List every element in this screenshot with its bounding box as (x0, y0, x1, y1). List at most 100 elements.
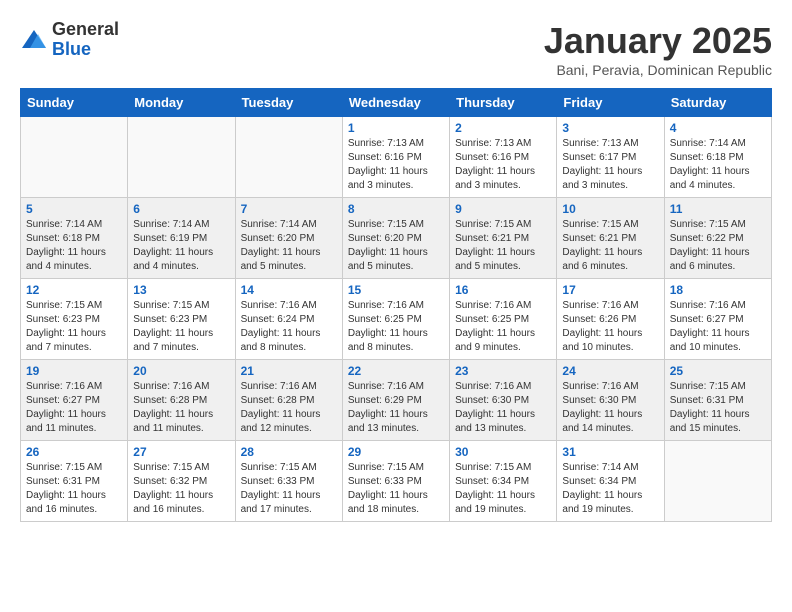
day-info: Sunrise: 7:14 AM Sunset: 6:19 PM Dayligh… (133, 218, 229, 274)
weekday-header-friday: Friday (557, 89, 664, 117)
day-number: 16 (455, 283, 551, 297)
day-info: Sunrise: 7:16 AM Sunset: 6:26 PM Dayligh… (562, 299, 658, 355)
day-info: Sunrise: 7:15 AM Sunset: 6:33 PM Dayligh… (348, 461, 444, 517)
title-block: January 2025 Bani, Peravia, Dominican Re… (544, 20, 772, 78)
calendar-cell: 5 Sunrise: 7:14 AM Sunset: 6:18 PM Daylig… (21, 198, 128, 279)
day-number: 19 (26, 364, 122, 378)
calendar-cell (21, 117, 128, 198)
day-info: Sunrise: 7:15 AM Sunset: 6:32 PM Dayligh… (133, 461, 229, 517)
day-number: 7 (241, 202, 337, 216)
day-number: 21 (241, 364, 337, 378)
day-info: Sunrise: 7:16 AM Sunset: 6:24 PM Dayligh… (241, 299, 337, 355)
calendar-cell: 7 Sunrise: 7:14 AM Sunset: 6:20 PM Daylig… (235, 198, 342, 279)
day-number: 15 (348, 283, 444, 297)
day-number: 26 (26, 445, 122, 459)
weekday-header-monday: Monday (128, 89, 235, 117)
calendar-cell: 25 Sunrise: 7:15 AM Sunset: 6:31 PM Dayli… (664, 360, 771, 441)
calendar-cell: 26Sunrise: 7:15 AM Sunset: 6:31 PM Dayli… (21, 441, 128, 522)
day-info: Sunrise: 7:16 AM Sunset: 6:28 PM Dayligh… (133, 380, 229, 436)
calendar-cell: 18 Sunrise: 7:16 AM Sunset: 6:27 PM Dayli… (664, 279, 771, 360)
calendar-subtitle: Bani, Peravia, Dominican Republic (544, 62, 772, 78)
day-info: Sunrise: 7:15 AM Sunset: 6:33 PM Dayligh… (241, 461, 337, 517)
calendar-cell: 16 Sunrise: 7:16 AM Sunset: 6:25 PM Dayli… (450, 279, 557, 360)
calendar-cell: 24Sunrise: 7:16 AM Sunset: 6:30 PM Dayli… (557, 360, 664, 441)
day-info: Sunrise: 7:16 AM Sunset: 6:27 PM Dayligh… (670, 299, 766, 355)
day-info: Sunrise: 7:15 AM Sunset: 6:22 PM Dayligh… (670, 218, 766, 274)
day-number: 4 (670, 121, 766, 135)
day-number: 28 (241, 445, 337, 459)
day-number: 3 (562, 121, 658, 135)
day-number: 30 (455, 445, 551, 459)
day-info: Sunrise: 7:14 AM Sunset: 6:18 PM Dayligh… (26, 218, 122, 274)
weekday-header-wednesday: Wednesday (342, 89, 449, 117)
calendar-body: 1 Sunrise: 7:13 AM Sunset: 6:16 PM Daylig… (21, 117, 772, 522)
weekday-header-sunday: Sunday (21, 89, 128, 117)
day-number: 31 (562, 445, 658, 459)
calendar-cell: 6 Sunrise: 7:14 AM Sunset: 6:19 PM Daylig… (128, 198, 235, 279)
calendar-cell: 23 Sunrise: 7:16 AM Sunset: 6:30 PM Dayli… (450, 360, 557, 441)
day-info: Sunrise: 7:15 AM Sunset: 6:20 PM Dayligh… (348, 218, 444, 274)
calendar-week-row: 1 Sunrise: 7:13 AM Sunset: 6:16 PM Daylig… (21, 117, 772, 198)
day-info: Sunrise: 7:16 AM Sunset: 6:30 PM Dayligh… (455, 380, 551, 436)
calendar-week-row: 26Sunrise: 7:15 AM Sunset: 6:31 PM Dayli… (21, 441, 772, 522)
weekday-header-saturday: Saturday (664, 89, 771, 117)
calendar-cell: 13Sunrise: 7:15 AM Sunset: 6:23 PM Dayli… (128, 279, 235, 360)
day-number: 10 (562, 202, 658, 216)
day-number: 1 (348, 121, 444, 135)
calendar-cell: 27 Sunrise: 7:15 AM Sunset: 6:32 PM Dayli… (128, 441, 235, 522)
day-info: Sunrise: 7:15 AM Sunset: 6:23 PM Dayligh… (26, 299, 122, 355)
day-number: 27 (133, 445, 229, 459)
calendar-table: SundayMondayTuesdayWednesdayThursdayFrid… (20, 88, 772, 522)
calendar-cell: 12 Sunrise: 7:15 AM Sunset: 6:23 PM Dayli… (21, 279, 128, 360)
day-number: 23 (455, 364, 551, 378)
calendar-cell: 15 Sunrise: 7:16 AM Sunset: 6:25 PM Dayli… (342, 279, 449, 360)
day-info: Sunrise: 7:15 AM Sunset: 6:21 PM Dayligh… (562, 218, 658, 274)
weekday-header-tuesday: Tuesday (235, 89, 342, 117)
day-number: 24 (562, 364, 658, 378)
page-header: General Blue January 2025 Bani, Peravia,… (20, 20, 772, 78)
calendar-cell (235, 117, 342, 198)
day-info: Sunrise: 7:13 AM Sunset: 6:16 PM Dayligh… (455, 137, 551, 193)
calendar-cell: 30 Sunrise: 7:15 AM Sunset: 6:34 PM Dayli… (450, 441, 557, 522)
calendar-week-row: 5 Sunrise: 7:14 AM Sunset: 6:18 PM Daylig… (21, 198, 772, 279)
day-number: 20 (133, 364, 229, 378)
calendar-week-row: 12 Sunrise: 7:15 AM Sunset: 6:23 PM Dayli… (21, 279, 772, 360)
day-number: 6 (133, 202, 229, 216)
calendar-cell: 21 Sunrise: 7:16 AM Sunset: 6:28 PM Dayli… (235, 360, 342, 441)
logo-general-text: General (52, 20, 119, 40)
logo-text: General Blue (52, 20, 119, 60)
calendar-cell: 19Sunrise: 7:16 AM Sunset: 6:27 PM Dayli… (21, 360, 128, 441)
day-number: 14 (241, 283, 337, 297)
calendar-cell: 29 Sunrise: 7:15 AM Sunset: 6:33 PM Dayli… (342, 441, 449, 522)
calendar-title: January 2025 (544, 20, 772, 62)
day-number: 29 (348, 445, 444, 459)
calendar-cell: 1 Sunrise: 7:13 AM Sunset: 6:16 PM Daylig… (342, 117, 449, 198)
day-number: 2 (455, 121, 551, 135)
day-info: Sunrise: 7:15 AM Sunset: 6:31 PM Dayligh… (670, 380, 766, 436)
logo-blue-text: Blue (52, 40, 119, 60)
calendar-cell (664, 441, 771, 522)
calendar-cell: 4Sunrise: 7:14 AM Sunset: 6:18 PM Daylig… (664, 117, 771, 198)
calendar-cell: 11Sunrise: 7:15 AM Sunset: 6:22 PM Dayli… (664, 198, 771, 279)
day-number: 17 (562, 283, 658, 297)
day-info: Sunrise: 7:15 AM Sunset: 6:34 PM Dayligh… (455, 461, 551, 517)
weekday-header-thursday: Thursday (450, 89, 557, 117)
day-info: Sunrise: 7:14 AM Sunset: 6:20 PM Dayligh… (241, 218, 337, 274)
day-info: Sunrise: 7:16 AM Sunset: 6:28 PM Dayligh… (241, 380, 337, 436)
day-info: Sunrise: 7:13 AM Sunset: 6:16 PM Dayligh… (348, 137, 444, 193)
day-number: 9 (455, 202, 551, 216)
day-info: Sunrise: 7:16 AM Sunset: 6:29 PM Dayligh… (348, 380, 444, 436)
day-number: 5 (26, 202, 122, 216)
day-info: Sunrise: 7:16 AM Sunset: 6:25 PM Dayligh… (455, 299, 551, 355)
day-number: 18 (670, 283, 766, 297)
calendar-header: SundayMondayTuesdayWednesdayThursdayFrid… (21, 89, 772, 117)
day-number: 12 (26, 283, 122, 297)
day-info: Sunrise: 7:16 AM Sunset: 6:25 PM Dayligh… (348, 299, 444, 355)
calendar-cell: 3Sunrise: 7:13 AM Sunset: 6:17 PM Daylig… (557, 117, 664, 198)
calendar-cell: 31 Sunrise: 7:14 AM Sunset: 6:34 PM Dayli… (557, 441, 664, 522)
calendar-cell: 10 Sunrise: 7:15 AM Sunset: 6:21 PM Dayli… (557, 198, 664, 279)
day-number: 25 (670, 364, 766, 378)
day-info: Sunrise: 7:14 AM Sunset: 6:34 PM Dayligh… (562, 461, 658, 517)
calendar-cell: 28 Sunrise: 7:15 AM Sunset: 6:33 PM Dayli… (235, 441, 342, 522)
calendar-cell: 14 Sunrise: 7:16 AM Sunset: 6:24 PM Dayli… (235, 279, 342, 360)
